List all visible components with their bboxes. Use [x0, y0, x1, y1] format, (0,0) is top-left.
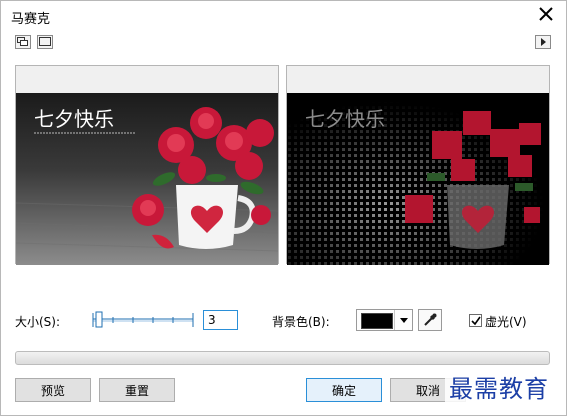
- chevron-down-icon: [399, 317, 408, 323]
- eyedropper-icon: [424, 313, 437, 326]
- progress-bar: [15, 351, 550, 365]
- preview-button[interactable]: 预览: [15, 378, 91, 402]
- single-view-toggle[interactable]: [37, 35, 53, 49]
- right-overlay-text: 七夕快乐: [305, 107, 385, 131]
- size-value-input[interactable]: 3: [203, 310, 238, 330]
- color-dropdown-arrow[interactable]: [394, 310, 412, 330]
- eyedropper-button[interactable]: [418, 309, 442, 331]
- background-color-picker[interactable]: [356, 309, 413, 331]
- watermark-text: 最需教育: [445, 369, 553, 404]
- background-color-label: 背景色(B):: [272, 315, 330, 329]
- size-label: 大小(S):: [15, 315, 61, 329]
- close-icon: [539, 7, 553, 21]
- result-preview-panel: 七夕快乐: [286, 65, 550, 265]
- original-image: 七夕快乐: [16, 93, 278, 265]
- vignette-label: 虚光(V): [485, 315, 527, 329]
- single-preview-icon: [39, 37, 51, 46]
- vignette-checkbox[interactable]: [469, 314, 482, 327]
- original-preview-panel: 七夕快乐: [15, 65, 279, 265]
- dialog-title: 马赛克: [11, 12, 51, 27]
- slider-thumb: [95, 311, 103, 328]
- mosaic-image: 七夕快乐: [287, 93, 549, 265]
- split-view-toggle[interactable]: [15, 35, 31, 49]
- dual-preview-icon: [17, 37, 28, 46]
- expand-panel-button[interactable]: [535, 35, 551, 49]
- background-color-swatch: [361, 313, 393, 329]
- ok-button[interactable]: 确定: [306, 378, 382, 402]
- close-button[interactable]: [536, 3, 556, 25]
- checkmark-icon: [470, 316, 481, 325]
- size-slider[interactable]: [89, 308, 197, 332]
- reset-button[interactable]: 重置: [99, 378, 175, 402]
- triangle-right-icon: [541, 38, 546, 46]
- left-overlay-text: 七夕快乐: [34, 107, 114, 131]
- mosaic-dialog: 马赛克 七夕快乐 七夕快乐 大小(S): 3 背景色(B): 虚光(V) 预览 …: [0, 0, 567, 416]
